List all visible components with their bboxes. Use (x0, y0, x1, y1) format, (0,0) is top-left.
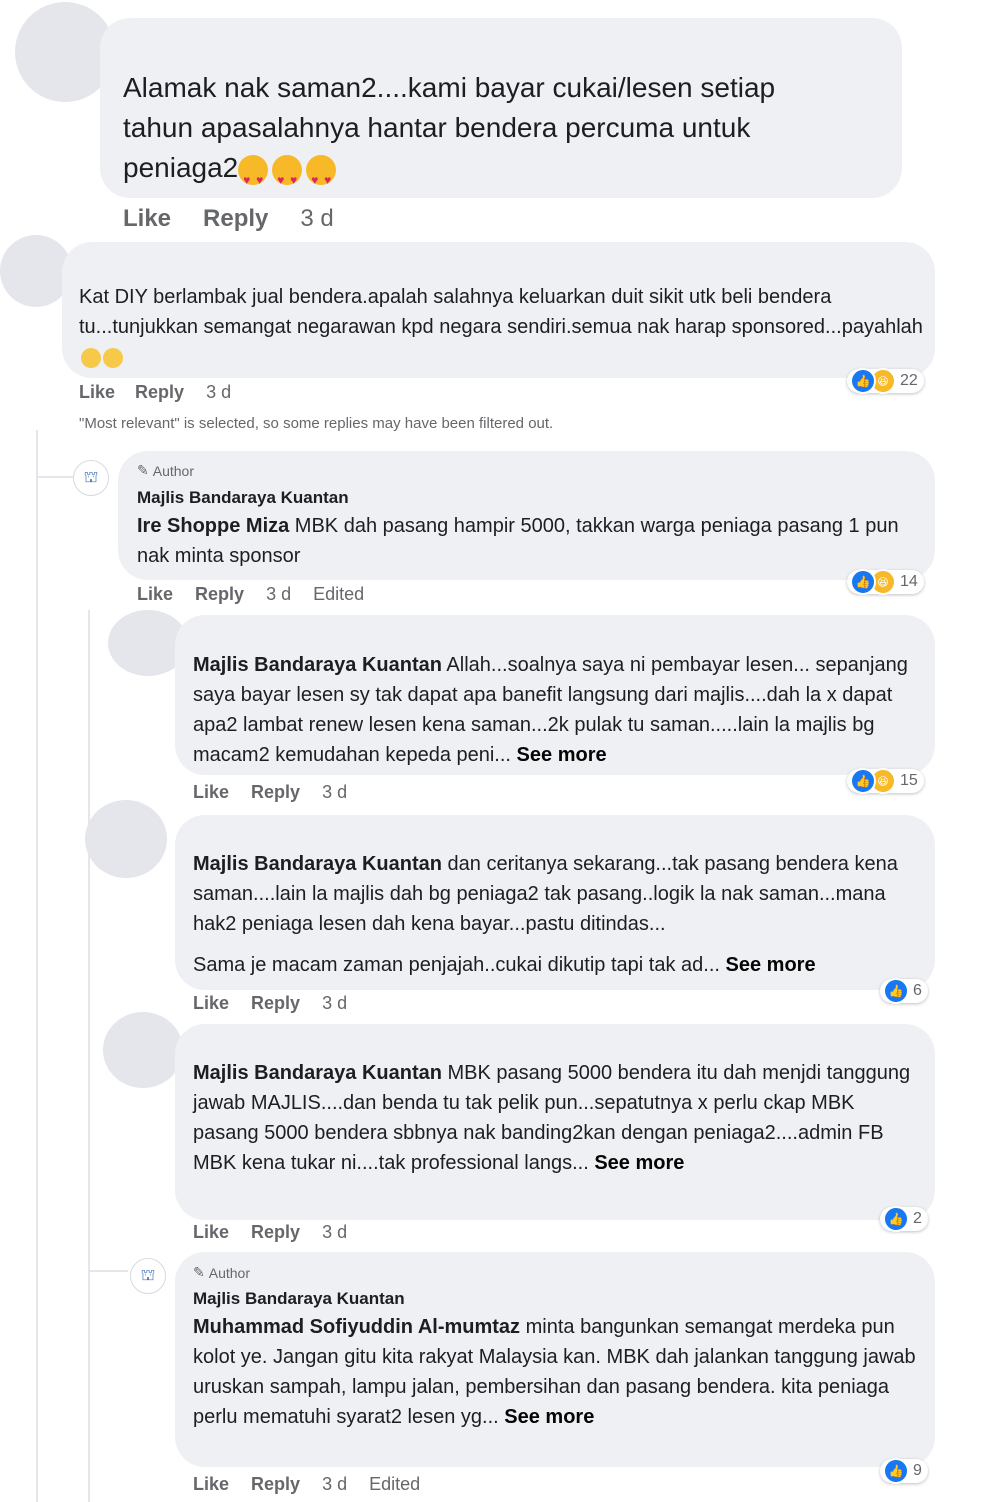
tower-logo-icon: ⛫ (83, 469, 99, 486)
comment-body: Kat DIY berlambak jual bendera.apalah sa… (79, 286, 923, 338)
author-badge: ✎ Author (193, 1264, 250, 1281)
timestamp[interactable]: 3 d (300, 205, 333, 233)
thread-line (88, 610, 90, 1502)
timestamp[interactable]: 3 d (206, 382, 231, 403)
timestamp[interactable]: 3 d (322, 1474, 347, 1495)
see-more-link[interactable]: See more (504, 1406, 594, 1428)
thread-connector (36, 476, 76, 478)
tower-logo-icon: ⛫ (140, 1267, 156, 1284)
reaction-count: 15 (900, 772, 918, 789)
like-reaction-icon: 👍 (850, 569, 876, 595)
comment-actions: Like Reply 3 d Edited (193, 1474, 420, 1495)
reaction-summary[interactable]: 👍 😆 22 (847, 368, 924, 394)
like-button[interactable]: Like (137, 584, 173, 605)
reaction-count: 22 (900, 372, 918, 389)
timestamp[interactable]: 3 d (322, 1222, 347, 1243)
reaction-count: 6 (913, 982, 922, 999)
comment-text: Majlis Bandaraya Kuantan dan ceritanya s… (193, 849, 928, 939)
filter-note: "Most relevant" is selected, so some rep… (79, 415, 554, 432)
like-reaction-icon: 👍 (883, 1206, 909, 1232)
heart-eyes-emoji-icon (272, 154, 303, 200)
reaction-count: 2 (913, 1210, 922, 1227)
author-name[interactable]: Majlis Bandaraya Kuantan (137, 488, 349, 508)
comment-text: Muhammad Sofiyuddin Al-mumtaz minta bang… (193, 1312, 928, 1432)
reply-button[interactable]: Reply (203, 205, 268, 233)
see-more-link[interactable]: See more (594, 1152, 684, 1174)
comment-text: Kat DIY berlambak jual bendera.apalah sa… (79, 282, 924, 372)
reaction-count: 9 (913, 1462, 922, 1479)
timestamp[interactable]: 3 d (322, 993, 347, 1014)
edited-label: Edited (313, 584, 365, 604)
sad-face-emoji-icon (103, 347, 123, 368)
like-reaction-icon: 👍 (883, 978, 909, 1004)
heart-eyes-emoji-icon (306, 154, 337, 200)
like-reaction-icon: 👍 (883, 1458, 909, 1484)
like-button[interactable]: Like (193, 1474, 229, 1495)
comment-body: Alamak nak saman2....kami bayar cukai/le… (123, 72, 776, 183)
author-label: Author (208, 1264, 250, 1281)
reaction-summary[interactable]: 👍 6 (880, 978, 928, 1004)
edited-label: Edited (369, 1474, 421, 1494)
mention-link[interactable]: Majlis Bandaraya Kuantan (193, 654, 442, 676)
author-avatar[interactable]: ⛫ (130, 1258, 166, 1294)
reaction-summary[interactable]: 👍 9 (880, 1458, 928, 1484)
author-avatar[interactable]: ⛫ (73, 460, 109, 496)
reply-button[interactable]: Reply (135, 382, 184, 403)
like-button[interactable]: Like (193, 1222, 229, 1243)
reaction-summary[interactable]: 👍 2 (880, 1206, 928, 1232)
comment-actions: Like Reply 3 d (193, 1222, 347, 1243)
reply-button[interactable]: Reply (251, 1474, 300, 1495)
reply-button[interactable]: Reply (251, 993, 300, 1014)
like-reaction-icon: 👍 (850, 768, 876, 794)
reaction-count: 14 (900, 573, 918, 590)
pencil-icon: ✎ (137, 462, 149, 478)
reaction-summary[interactable]: 👍 😆 15 (847, 768, 924, 794)
see-more-link[interactable]: See more (726, 954, 816, 976)
mention-link[interactable]: Majlis Bandaraya Kuantan (193, 1062, 442, 1084)
avatar[interactable] (103, 1012, 183, 1088)
comment-text-paragraph-2: Sama je macam zaman penjajah..cukai diku… (193, 950, 928, 980)
see-more-link[interactable]: See more (517, 744, 607, 766)
mention-link[interactable]: Majlis Bandaraya Kuantan (193, 853, 442, 875)
thread-line (36, 430, 38, 1502)
comment-text: Majlis Bandaraya Kuantan Allah...soalnya… (193, 650, 928, 770)
thread-connector (88, 1270, 128, 1272)
author-name[interactable]: Majlis Bandaraya Kuantan (193, 1289, 405, 1309)
like-button[interactable]: Like (193, 782, 229, 803)
comment-text: Majlis Bandaraya Kuantan MBK pasang 5000… (193, 1058, 913, 1178)
comment-actions: Like Reply 3 d (193, 782, 347, 803)
author-label: Author (152, 462, 194, 479)
comment-text: Alamak nak saman2....kami bayar cukai/le… (123, 68, 843, 200)
like-button[interactable]: Like (123, 205, 171, 233)
pencil-icon: ✎ (193, 1264, 205, 1280)
timestamp[interactable]: 3 d (322, 782, 347, 803)
timestamp[interactable]: 3 d (266, 584, 291, 605)
sad-face-emoji-icon (81, 347, 101, 368)
author-badge: ✎ Author (137, 462, 194, 479)
heart-eyes-emoji-icon (238, 154, 269, 200)
avatar[interactable] (85, 800, 167, 878)
mention-link[interactable]: Muhammad Sofiyuddin Al-mumtaz (193, 1316, 520, 1338)
reaction-summary[interactable]: 👍 😆 14 (847, 569, 924, 595)
reply-button[interactable]: Reply (251, 782, 300, 803)
like-reaction-icon: 👍 (850, 368, 876, 394)
comment-actions: Like Reply 3 d Edited (137, 584, 364, 605)
comment-body: Sama je macam zaman penjajah..cukai diku… (193, 954, 720, 976)
like-button[interactable]: Like (193, 993, 229, 1014)
comment-actions: Like Reply 3 d (123, 205, 334, 233)
comment-actions: Like Reply 3 d (193, 993, 347, 1014)
comment-actions: Like Reply 3 d (79, 382, 231, 403)
like-button[interactable]: Like (79, 382, 115, 403)
comment-text: Ire Shoppe Miza MBK dah pasang hampir 50… (137, 511, 922, 571)
mention-link[interactable]: Ire Shoppe Miza (137, 515, 289, 537)
reply-button[interactable]: Reply (251, 1222, 300, 1243)
reply-button[interactable]: Reply (195, 584, 244, 605)
